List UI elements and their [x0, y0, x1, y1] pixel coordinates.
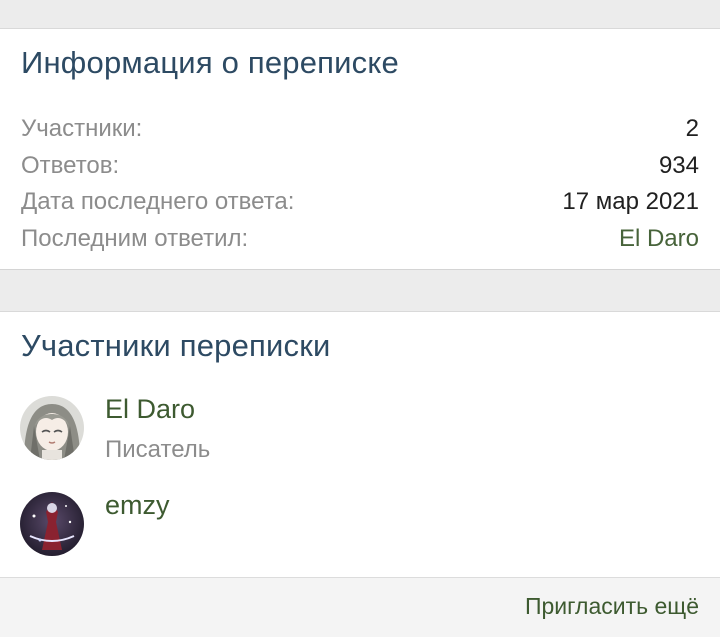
conversation-participants-block: Участники переписки El Daro Писатель emz… [0, 311, 720, 637]
info-value: 2 [685, 115, 699, 142]
info-row-last-replier: Последним ответил: El Daro [21, 225, 699, 262]
participant-name[interactable]: El Daro [105, 394, 195, 425]
participants-title: Участники переписки [21, 328, 331, 363]
info-row-last-reply-date: Дата последнего ответа: 17 мар 2021 [21, 188, 699, 225]
info-value: 17 мар 2021 [562, 188, 699, 215]
info-value: 934 [658, 151, 699, 179]
conversation-sidebar: Информация о переписке Участники: 2 Отве… [0, 0, 720, 637]
info-label: Ответов: [21, 151, 120, 179]
participant-list: El Daro Писатель emzy [20, 394, 700, 586]
info-row-replies: Ответов: 934 [21, 152, 699, 189]
last-replier-link[interactable]: El Daro [619, 225, 699, 253]
list-item: emzy [20, 490, 700, 586]
conversation-info-title: Информация о переписке [21, 45, 399, 80]
anime-girl-avatar-icon [20, 396, 84, 460]
info-row-participants: Участники: 2 [21, 115, 699, 152]
info-label: Дата последнего ответа: [21, 188, 295, 215]
info-label: Последним ответил: [21, 224, 249, 252]
invite-more-link[interactable]: Пригласить ещё [525, 593, 699, 620]
list-item: El Daro Писатель [20, 394, 700, 490]
avatar[interactable] [20, 492, 84, 556]
dark-figure-avatar-icon [20, 492, 84, 556]
participant-name[interactable]: emzy [105, 490, 170, 521]
avatar[interactable] [20, 396, 84, 460]
conversation-info-block: Информация о переписке Участники: 2 Отве… [0, 28, 720, 270]
participants-footer: Пригласить ещё [0, 577, 720, 637]
participant-user-title: Писатель [105, 436, 211, 463]
conversation-info-list: Участники: 2 Ответов: 934 Дата последнег… [21, 115, 699, 261]
info-label: Участники: [21, 115, 143, 142]
